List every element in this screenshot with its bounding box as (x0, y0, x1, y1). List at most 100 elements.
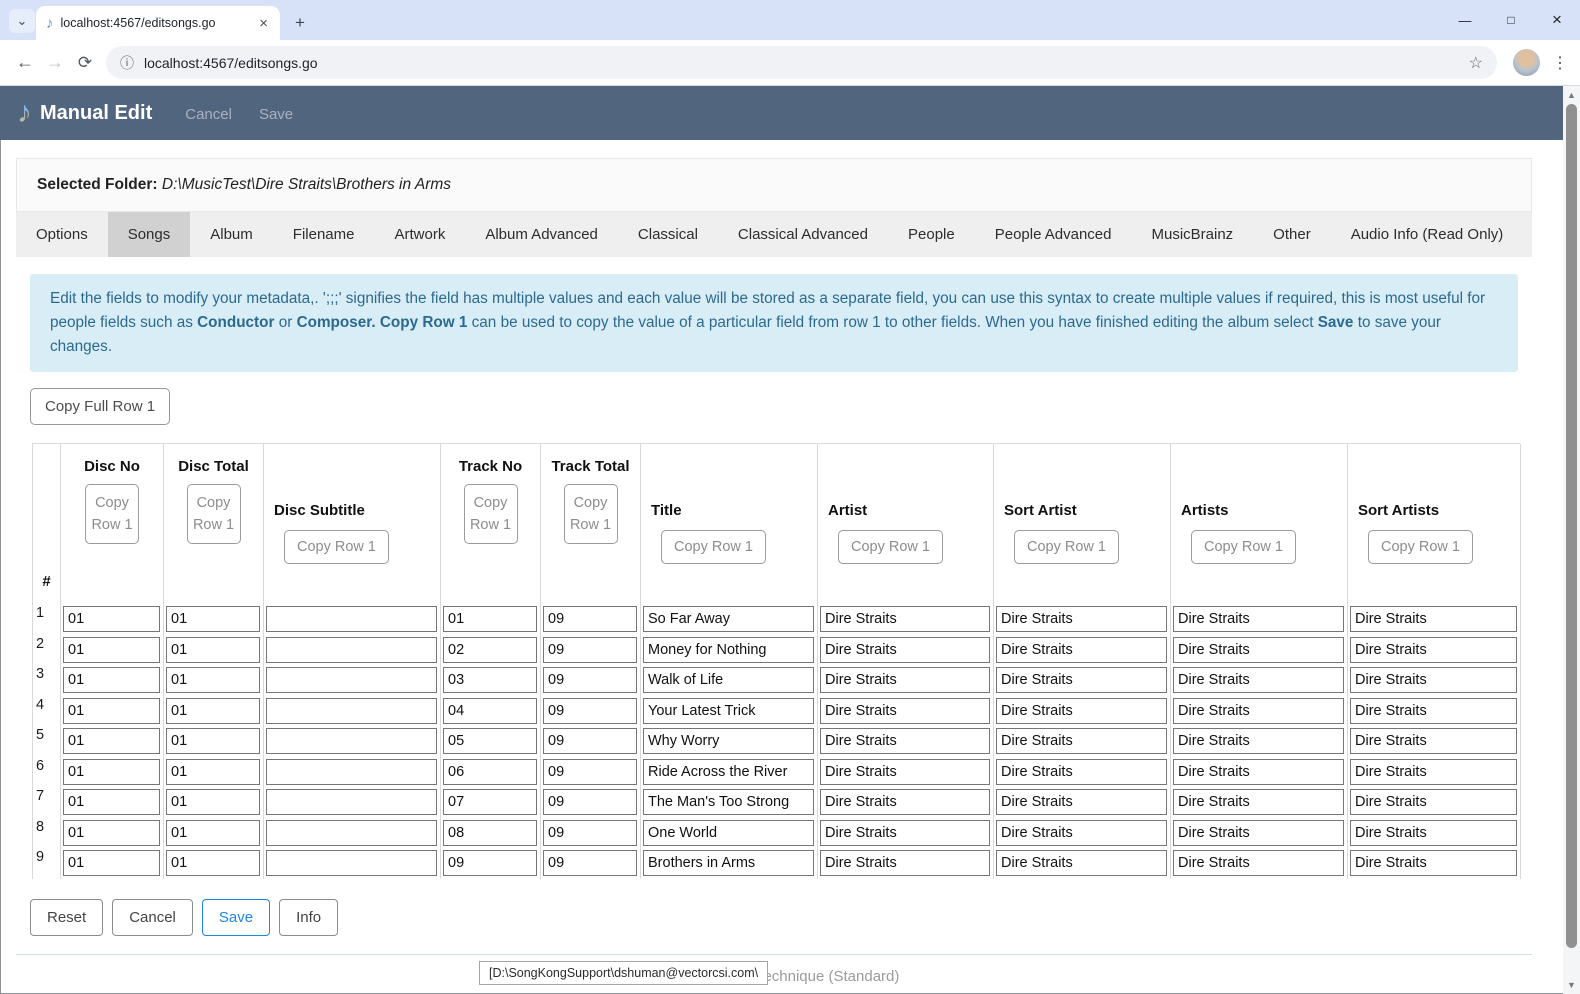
cell-artists-input-row-5[interactable] (1173, 728, 1344, 754)
tab-other[interactable]: Other (1253, 212, 1331, 257)
cell-title-input-row-4[interactable] (643, 698, 814, 724)
cell-artist-input-row-1[interactable] (820, 606, 990, 632)
cell-disc_total-input-row-7[interactable] (166, 789, 260, 815)
tab-options[interactable]: Options (16, 212, 108, 257)
browser-menu-icon[interactable]: ⋮ (1550, 53, 1570, 73)
cell-track_total-input-row-1[interactable] (543, 606, 637, 632)
cell-track_total-input-row-7[interactable] (543, 789, 637, 815)
profile-avatar[interactable] (1513, 49, 1540, 76)
cell-disc_total-input-row-1[interactable] (166, 606, 260, 632)
tab-musicbrainz[interactable]: MusicBrainz (1131, 212, 1253, 257)
cell-artists-input-row-8[interactable] (1173, 820, 1344, 846)
cell-artist-input-row-2[interactable] (820, 637, 990, 663)
cell-artist-input-row-8[interactable] (820, 820, 990, 846)
cell-track_no-input-row-4[interactable] (443, 698, 537, 724)
tab-classical[interactable]: Classical (618, 212, 718, 257)
cell-track_total-input-row-3[interactable] (543, 667, 637, 693)
vertical-scrollbar[interactable]: ▲ ▼ (1563, 86, 1580, 994)
copy-row-1-disc_subtitle-button[interactable]: Copy Row 1 (284, 530, 389, 564)
cell-disc_total-input-row-9[interactable] (166, 850, 260, 876)
cell-sort_artist-input-row-1[interactable] (996, 606, 1167, 632)
cell-artist-input-row-3[interactable] (820, 667, 990, 693)
cell-title-input-row-3[interactable] (643, 667, 814, 693)
tab-list-chevron-button[interactable]: ⌄ (9, 9, 35, 33)
new-tab-button[interactable]: + (288, 11, 312, 35)
forward-button[interactable]: → (40, 52, 70, 73)
copy-row-1-track_total-button[interactable]: Copy Row 1 (564, 484, 618, 544)
cell-sort_artist-input-row-8[interactable] (996, 820, 1167, 846)
cell-sort_artist-input-row-3[interactable] (996, 667, 1167, 693)
copy-row-1-artists-button[interactable]: Copy Row 1 (1191, 530, 1296, 564)
cell-track_no-input-row-1[interactable] (443, 606, 537, 632)
cell-artist-input-row-6[interactable] (820, 759, 990, 785)
copy-row-1-title-button[interactable]: Copy Row 1 (661, 530, 766, 564)
window-close-button[interactable]: × (1534, 0, 1580, 40)
cell-track_no-input-row-3[interactable] (443, 667, 537, 693)
copy-row-1-disc_total-button[interactable]: Copy Row 1 (187, 484, 241, 544)
address-bar[interactable]: ⓘ localhost:4567/editsongs.go ☆ (106, 46, 1497, 79)
cell-disc_no-input-row-4[interactable] (63, 698, 160, 724)
scroll-up-icon[interactable]: ▲ (1563, 90, 1580, 100)
cell-title-input-row-8[interactable] (643, 820, 814, 846)
scrollbar-thumb[interactable] (1566, 104, 1577, 948)
cell-artist-input-row-7[interactable] (820, 789, 990, 815)
cell-artists-input-row-3[interactable] (1173, 667, 1344, 693)
cell-disc_total-input-row-4[interactable] (166, 698, 260, 724)
cell-disc_total-input-row-6[interactable] (166, 759, 260, 785)
cell-sort_artist-input-row-2[interactable] (996, 637, 1167, 663)
cell-artist-input-row-4[interactable] (820, 698, 990, 724)
cell-disc_subtitle-input-row-6[interactable] (266, 759, 437, 785)
cancel-button[interactable]: Cancel (112, 899, 193, 936)
cell-disc_subtitle-input-row-1[interactable] (266, 606, 437, 632)
cell-track_total-input-row-4[interactable] (543, 698, 637, 724)
cell-track_total-input-row-2[interactable] (543, 637, 637, 663)
cell-disc_no-input-row-2[interactable] (63, 637, 160, 663)
tab-classical-advanced[interactable]: Classical Advanced (718, 212, 888, 257)
cell-title-input-row-1[interactable] (643, 606, 814, 632)
copy-row-1-disc_no-button[interactable]: Copy Row 1 (85, 484, 139, 544)
header-cancel-link[interactable]: Cancel (185, 106, 232, 123)
cell-artists-input-row-9[interactable] (1173, 850, 1344, 876)
copy-row-1-sort_artist-button[interactable]: Copy Row 1 (1014, 530, 1119, 564)
cell-sort_artist-input-row-5[interactable] (996, 728, 1167, 754)
cell-sort_artist-input-row-7[interactable] (996, 789, 1167, 815)
bookmark-star-icon[interactable]: ☆ (1469, 53, 1483, 73)
reload-button[interactable]: ⟳ (70, 53, 100, 73)
cell-disc_subtitle-input-row-8[interactable] (266, 820, 437, 846)
copy-row-1-artist-button[interactable]: Copy Row 1 (838, 530, 943, 564)
copy-full-row-1-button[interactable]: Copy Full Row 1 (30, 388, 170, 425)
cell-sort_artist-input-row-4[interactable] (996, 698, 1167, 724)
cell-track_total-input-row-6[interactable] (543, 759, 637, 785)
reset-button[interactable]: Reset (30, 899, 103, 936)
cell-track_no-input-row-7[interactable] (443, 789, 537, 815)
tab-audio-info-read-only[interactable]: Audio Info (Read Only) (1331, 212, 1524, 257)
info-button[interactable]: Info (279, 899, 338, 936)
header-save-link[interactable]: Save (259, 106, 293, 123)
tab-people-advanced[interactable]: People Advanced (975, 212, 1132, 257)
cell-disc_subtitle-input-row-4[interactable] (266, 698, 437, 724)
cell-track_no-input-row-9[interactable] (443, 850, 537, 876)
cell-disc_no-input-row-3[interactable] (63, 667, 160, 693)
cell-artists-input-row-7[interactable] (1173, 789, 1344, 815)
tab-artwork[interactable]: Artwork (374, 212, 465, 257)
cell-disc_subtitle-input-row-3[interactable] (266, 667, 437, 693)
tab-songs[interactable]: Songs (108, 212, 191, 257)
cell-sort_artists-input-row-6[interactable] (1350, 759, 1517, 785)
cell-track_total-input-row-8[interactable] (543, 820, 637, 846)
cell-sort_artists-input-row-3[interactable] (1350, 667, 1517, 693)
cell-sort_artists-input-row-7[interactable] (1350, 789, 1517, 815)
site-info-icon[interactable]: ⓘ (120, 53, 134, 73)
copy-row-1-sort_artists-button[interactable]: Copy Row 1 (1368, 530, 1473, 564)
cell-artists-input-row-1[interactable] (1173, 606, 1344, 632)
cell-title-input-row-2[interactable] (643, 637, 814, 663)
tab-people[interactable]: People (888, 212, 975, 257)
cell-title-input-row-7[interactable] (643, 789, 814, 815)
cell-sort_artist-input-row-6[interactable] (996, 759, 1167, 785)
cell-sort_artists-input-row-4[interactable] (1350, 698, 1517, 724)
cell-disc_total-input-row-8[interactable] (166, 820, 260, 846)
save-button[interactable]: Save (202, 899, 270, 936)
copy-row-1-track_no-button[interactable]: Copy Row 1 (464, 484, 518, 544)
cell-disc_total-input-row-5[interactable] (166, 728, 260, 754)
cell-disc_no-input-row-1[interactable] (63, 606, 160, 632)
scroll-down-icon[interactable]: ▼ (1563, 980, 1580, 990)
